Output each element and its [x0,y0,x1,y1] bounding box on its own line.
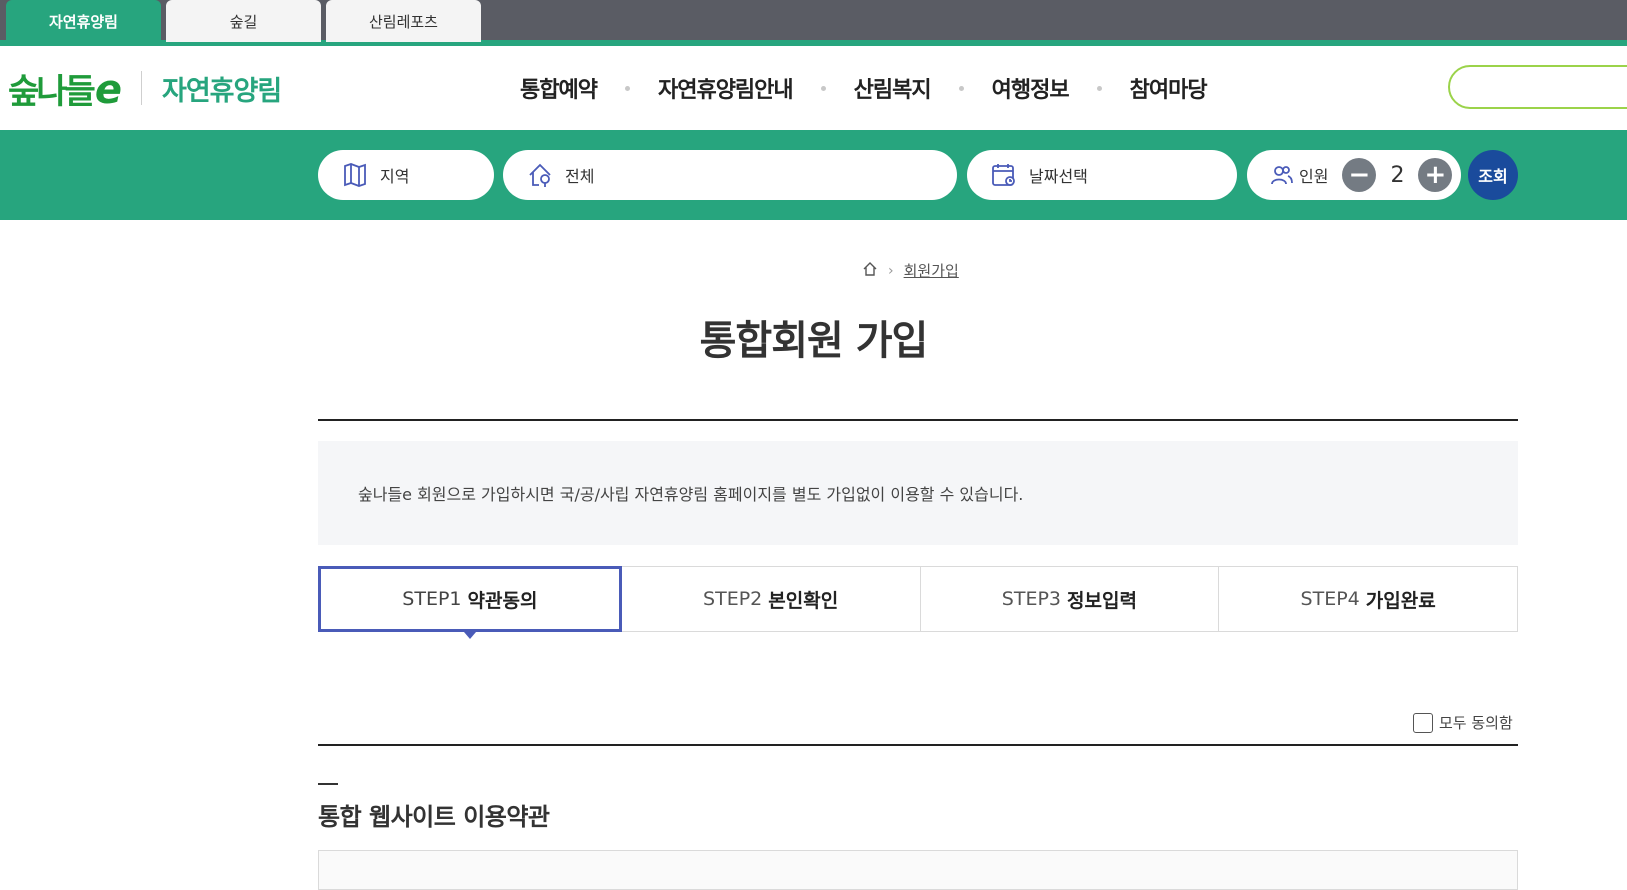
site-tab-leports[interactable]: 산림레포츠 [326,0,481,42]
page-title: 통합회원 가입 [699,318,929,364]
nav-item-reservation[interactable]: 통합예약 [520,72,598,104]
nav-item-community[interactable]: 참여마당 [1130,72,1208,104]
home-icon[interactable] [862,261,878,281]
nav-separator [624,85,630,91]
logo[interactable]: 숲나들e 자연휴양림 [8,60,282,116]
step-number: STEP1 [402,588,462,610]
header: 숲나들e 자연휴양림 통합예약 자연휴양림안내 산림복지 여행정보 참여마당 [0,46,1627,130]
region-label: 지역 [380,167,410,186]
forest-select[interactable]: 전체 [503,150,957,200]
agree-all[interactable]: 모두 동의함 [1413,712,1513,733]
forest-label: 전체 [565,167,595,186]
people-icon [1269,160,1295,190]
agree-all-checkbox[interactable] [1413,712,1433,733]
date-label: 날짜선택 [1029,167,1088,186]
signup-steps: STEP1 약관동의 STEP2 본인확인 STEP3 정보입력 STEP4 가… [318,566,1518,639]
section-dash [318,783,338,785]
step-label: 정보입력 [1067,589,1137,612]
location-home-icon [525,160,555,190]
info-text: 숲나들e 회원으로 가입하시면 국/공/사립 자연휴양림 홈페이지를 별도 가입… [358,485,1024,504]
step-number: STEP3 [1001,588,1062,610]
main-navigation: 통합예약 자연휴양림안내 산림복지 여행정보 참여마당 [520,68,1208,108]
step-number: STEP4 [1300,588,1360,610]
nav-separator [1096,85,1102,91]
step-2: STEP2 본인확인 [621,566,921,632]
site-tabs: 자연휴양림 숲길 산림레포츠 [0,0,1627,46]
breadcrumb-current[interactable]: 회원가입 [904,260,959,281]
section-title: 통합 웹사이트 이용약관 [318,803,550,831]
terms-content-box[interactable] [318,850,1518,890]
nav-separator [820,85,826,91]
step-3: STEP3 정보입력 [920,566,1220,632]
terms-divider [318,744,1518,746]
nav-item-welfare[interactable]: 산림복지 [854,72,932,104]
step-label: 가입완료 [1365,589,1436,612]
step-4: STEP4 가입완료 [1219,566,1518,632]
site-tab-forest[interactable]: 자연휴양림 [6,0,161,42]
step-number: STEP2 [703,588,763,610]
step-label: 본인확인 [768,589,839,612]
people-label: 인원 [1299,167,1329,186]
map-icon [340,160,370,190]
people-selector: 인원 − 2 + [1247,150,1461,200]
increase-people-button[interactable]: + [1418,158,1453,192]
decrease-people-button[interactable]: − [1342,158,1377,192]
agree-all-label: 모두 동의함 [1439,714,1513,732]
header-search-input[interactable] [1448,65,1627,109]
chevron-right-icon: › [888,262,894,279]
logo-divider [140,71,142,105]
nav-item-forest-guide[interactable]: 자연휴양림안내 [658,72,794,104]
site-tab-trail[interactable]: 숲길 [166,0,321,42]
nav-separator [958,85,964,91]
region-select[interactable]: 지역 [318,150,494,200]
nav-item-travel[interactable]: 여행정보 [992,72,1070,104]
step-1: STEP1 약관동의 [318,566,622,639]
step-label: 약관동의 [467,589,538,612]
calendar-icon [989,160,1019,190]
people-count: 2 [1390,162,1405,188]
date-select[interactable]: 날짜선택 [967,150,1237,200]
search-submit-button[interactable]: 조회 [1468,150,1518,200]
logo-subtitle: 자연휴양림 [161,75,282,107]
reservation-search-bar: 지역 전체 날짜선택 인원 − 2 + 조회 [0,130,1627,220]
breadcrumb: › 회원가입 [862,260,959,281]
info-box: 숲나들e 회원으로 가입하시면 국/공/사립 자연휴양림 홈페이지를 별도 가입… [318,441,1518,545]
title-divider [318,419,1518,421]
logo-mark: 숲나들e [8,66,122,113]
